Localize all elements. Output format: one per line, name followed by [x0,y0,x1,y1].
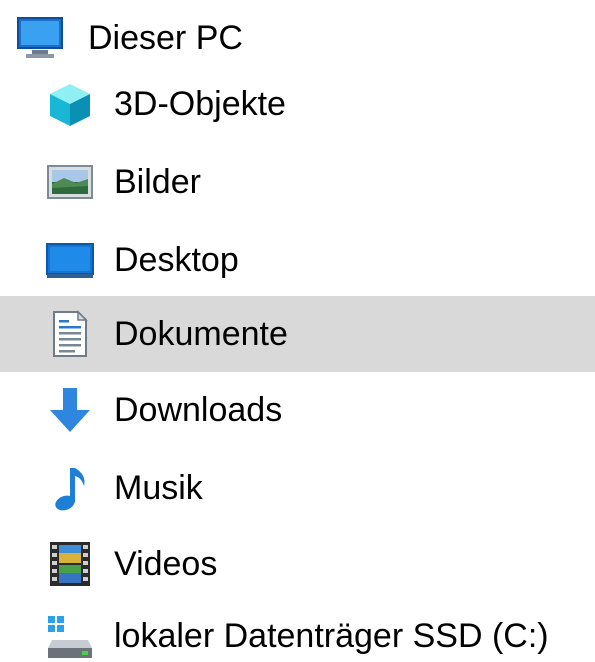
tree-item-3d-objekte[interactable]: 3D-Objekte [0,66,595,142]
tree-item-label: Dieser PC [88,19,243,57]
tree-item-label: Musik [114,469,203,507]
tree-item-bilder[interactable]: Bilder [0,144,595,220]
tree-item-musik[interactable]: Musik [0,450,595,526]
pictures-icon [44,156,96,208]
tree-item-desktop[interactable]: Desktop [0,222,595,298]
tree-item-lokaler-datentraeger-c[interactable]: lokaler Datenträger SSD (C:) [0,598,595,662]
drive-icon [44,610,96,662]
tree-item-dieser-pc[interactable]: Dieser PC [0,0,595,76]
navigation-tree: Dieser PC 3D-Objekte Bilder Desktop Doku… [0,0,595,662]
tree-item-label: Dokumente [114,315,288,353]
tree-item-videos[interactable]: Videos [0,526,595,602]
tree-item-downloads[interactable]: Downloads [0,372,595,448]
tree-item-label: Desktop [114,241,239,279]
tree-item-label: lokaler Datenträger SSD (C:) [114,617,549,655]
cube-3d-icon [44,78,96,130]
computer-icon [14,12,66,64]
tree-item-dokumente[interactable]: Dokumente [0,296,595,372]
tree-item-label: Videos [114,545,218,583]
documents-icon [44,308,96,360]
film-icon [44,538,96,590]
tree-item-label: Bilder [114,163,201,201]
music-note-icon [44,462,96,514]
tree-item-label: Downloads [114,391,283,429]
download-arrow-icon [44,384,96,436]
desktop-icon [44,234,96,286]
tree-item-label: 3D-Objekte [114,85,286,123]
